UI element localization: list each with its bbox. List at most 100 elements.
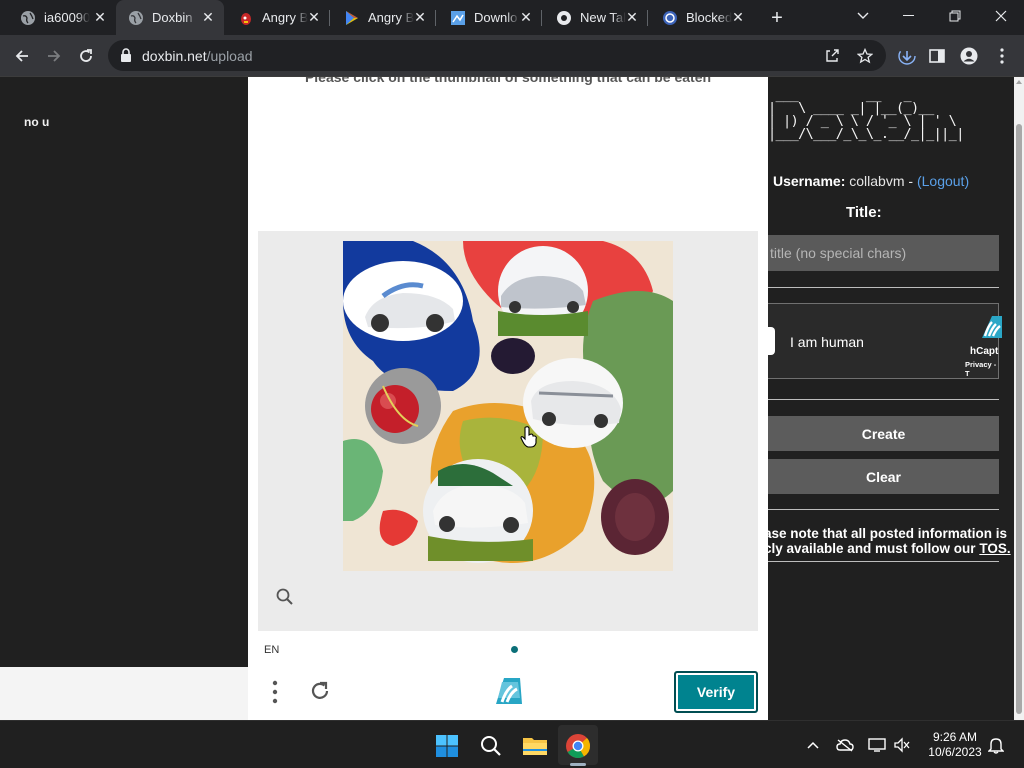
hcaptcha-brand: hCapt	[970, 346, 999, 357]
reload-icon	[80, 49, 92, 62]
download-icon[interactable]	[897, 46, 917, 66]
windows-taskbar: 9:26 AM 10/6/2023	[0, 720, 1024, 768]
notice-line-1: ase note that all posted information is	[764, 526, 1008, 541]
tab-download[interactable]: Downlo ✕	[438, 0, 542, 35]
user-line: Username: collabvm - (Logout)	[773, 173, 969, 189]
minimize-icon	[903, 15, 914, 16]
title-input[interactable]	[768, 235, 999, 271]
tos-notice: ase note that all posted information is …	[764, 526, 1011, 556]
globe-icon	[128, 10, 144, 26]
side-panel-icon[interactable]	[927, 46, 947, 66]
arrow-right-icon	[48, 50, 61, 62]
hand-cursor-icon	[520, 426, 537, 448]
zoom-icon[interactable]	[276, 588, 294, 611]
clear-button[interactable]: Clear	[768, 459, 999, 494]
challenge-prompt: Please click on the thumbnail of somethi…	[304, 77, 712, 85]
forward-button[interactable]	[39, 41, 69, 71]
restore-icon	[949, 10, 961, 22]
profile-icon[interactable]	[959, 46, 979, 66]
left-text: no u	[24, 115, 50, 129]
logout-link[interactable]: (Logout)	[917, 173, 969, 189]
separator: -	[904, 173, 917, 189]
notification-bell-icon[interactable]	[987, 736, 1005, 754]
address-bar[interactable]: doxbin.net/upload	[108, 40, 886, 71]
notice-line-2: cly available and must follow our	[764, 541, 980, 556]
tab-search-button[interactable]	[840, 0, 886, 32]
onedrive-icon[interactable]	[836, 736, 854, 754]
refresh-icon[interactable]	[308, 679, 332, 708]
chrome-icon[interactable]	[565, 733, 591, 759]
close-icon[interactable]: ✕	[200, 9, 216, 25]
progress-dot	[511, 646, 518, 653]
close-icon[interactable]: ✕	[412, 9, 428, 25]
file-explorer-icon[interactable]	[522, 733, 548, 759]
reload-button[interactable]	[71, 41, 101, 71]
divider	[768, 399, 999, 400]
bookmark-star-icon[interactable]	[857, 48, 873, 64]
tab-title: Blocked	[686, 10, 732, 25]
tab-title: ia60090	[44, 10, 90, 25]
title-label: Title:	[846, 204, 882, 221]
verify-button[interactable]: Verify	[674, 671, 758, 713]
close-icon[interactable]: ✕	[730, 9, 746, 25]
url-host: doxbin.net	[142, 48, 207, 64]
tab-blocked[interactable]: Blocked ✕	[650, 0, 754, 35]
challenge-collage-image	[343, 241, 673, 571]
angry-birds-icon	[238, 10, 254, 26]
tab-separator	[329, 10, 330, 26]
challenge-image[interactable]	[343, 241, 673, 571]
hcaptcha-widget: I am human hCapt Privacy - T	[768, 303, 1002, 379]
divider	[768, 509, 999, 510]
tab-title: Angry B	[262, 10, 308, 25]
tos-link[interactable]: TOS.	[979, 541, 1010, 556]
browser-toolbar: doxbin.net/upload	[0, 35, 1024, 77]
close-icon[interactable]: ✕	[624, 9, 640, 25]
tab-angry-birds-2[interactable]: Angry B ✕	[332, 0, 436, 35]
minimize-button[interactable]	[886, 0, 932, 32]
tab-angry-birds-1[interactable]: Angry B ✕	[226, 0, 330, 35]
divider	[768, 287, 999, 288]
hcaptcha-privacy-link[interactable]: Privacy - T	[965, 360, 998, 378]
chrome-icon	[556, 10, 572, 26]
arrow-left-icon	[15, 50, 28, 62]
search-icon[interactable]	[478, 733, 504, 759]
download-site-icon	[450, 10, 466, 26]
hcaptcha-label: I am human	[790, 334, 864, 350]
page-scrollbar[interactable]	[1014, 77, 1024, 720]
tab-title: Angry B	[368, 10, 414, 25]
tab-new-tab[interactable]: New Tal ✕	[544, 0, 648, 35]
page-white-strip	[0, 667, 248, 720]
close-window-button[interactable]	[978, 0, 1024, 32]
tab-doxbin[interactable]: Doxbin ✕	[116, 0, 224, 35]
share-icon[interactable]	[824, 48, 840, 64]
username-label: Username:	[773, 173, 846, 189]
divider	[768, 561, 999, 562]
monitor-icon[interactable]	[868, 736, 886, 754]
language-selector[interactable]: EN	[264, 644, 279, 656]
back-button[interactable]	[7, 41, 37, 71]
kebab-menu-icon[interactable]	[992, 46, 1012, 66]
windows-start-icon[interactable]	[434, 733, 460, 759]
challenge-task-area	[258, 231, 758, 631]
tab-title: Doxbin	[152, 10, 193, 25]
page-content: no u ___ __ _ | \ ____ _| |__(_)__ | |) …	[0, 77, 1014, 720]
scroll-thumb[interactable]	[1016, 124, 1022, 714]
chevron-up-icon[interactable]	[804, 736, 822, 754]
volume-muted-icon[interactable]	[893, 736, 911, 754]
taskbar-clock[interactable]: 9:26 AM 10/6/2023	[920, 730, 990, 760]
close-icon[interactable]: ✕	[518, 9, 534, 25]
globe-icon	[20, 10, 36, 26]
restore-button[interactable]	[932, 0, 978, 32]
hcaptcha-checkbox[interactable]	[768, 327, 775, 355]
close-icon[interactable]: ✕	[306, 9, 322, 25]
scroll-up-icon[interactable]	[1016, 80, 1022, 84]
menu-icon[interactable]	[272, 680, 278, 709]
close-icon[interactable]: ✕	[92, 9, 108, 25]
lock-icon[interactable]	[120, 48, 132, 67]
tab-ia60090[interactable]: ia60090 ✕	[8, 0, 116, 35]
hcaptcha-logo-icon	[978, 312, 1002, 347]
hcaptcha-logo-icon	[492, 676, 524, 711]
create-button[interactable]: Create	[768, 416, 999, 451]
new-tab-button[interactable]: +	[764, 5, 790, 31]
close-icon	[995, 10, 1007, 22]
